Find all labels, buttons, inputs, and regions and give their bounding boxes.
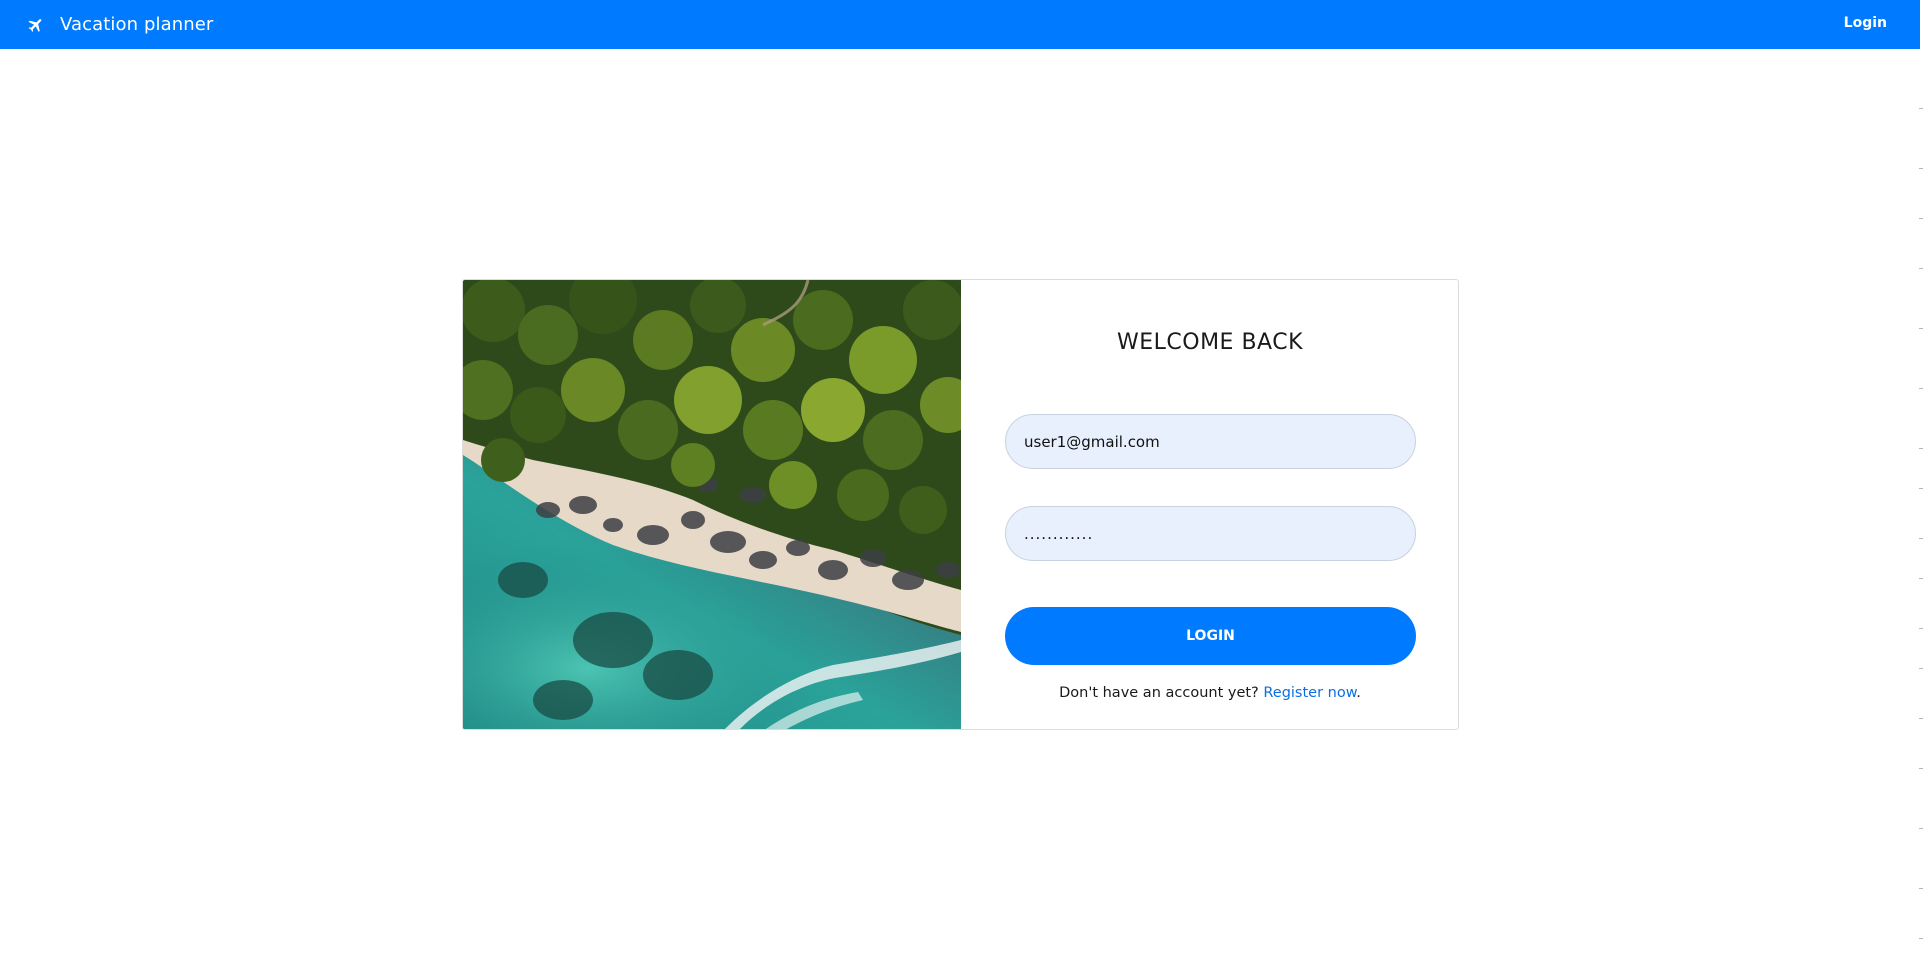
edge-tick xyxy=(1919,538,1923,539)
brand-link[interactable]: Vacation planner xyxy=(26,14,213,35)
register-suffix: . xyxy=(1356,685,1361,701)
edge-tick xyxy=(1919,828,1923,829)
edge-tick xyxy=(1919,328,1923,329)
nav-login-link[interactable]: Login xyxy=(1844,15,1887,31)
welcome-heading: WELCOME BACK xyxy=(1116,330,1303,355)
login-form-panel: WELCOME BACK LOGIN Don't have an account… xyxy=(961,280,1458,729)
edge-tick xyxy=(1919,268,1923,269)
top-navbar: Vacation planner Login xyxy=(0,0,1920,49)
edge-tick xyxy=(1919,168,1923,169)
edge-tick xyxy=(1919,388,1923,389)
brand-name: Vacation planner xyxy=(60,14,214,35)
beach-aerial-image xyxy=(463,280,961,729)
register-prompt-text: Don't have an account yet? xyxy=(1059,685,1259,701)
edge-tick xyxy=(1919,938,1923,939)
edge-tick xyxy=(1919,668,1923,669)
edge-tick xyxy=(1919,888,1923,889)
edge-tick xyxy=(1919,218,1923,219)
register-prompt: Don't have an account yet? Register now. xyxy=(961,685,1458,701)
edge-tick xyxy=(1919,578,1923,579)
edge-tick xyxy=(1919,768,1923,769)
edge-tick xyxy=(1919,448,1923,449)
register-now-link[interactable]: Register now xyxy=(1263,685,1356,701)
password-input[interactable] xyxy=(1005,506,1416,561)
login-button[interactable]: LOGIN xyxy=(1005,607,1416,665)
edge-tick xyxy=(1919,628,1923,629)
edge-tick xyxy=(1919,108,1923,109)
login-card: WELCOME BACK LOGIN Don't have an account… xyxy=(462,279,1459,730)
email-input[interactable] xyxy=(1005,414,1416,469)
edge-tick xyxy=(1919,718,1923,719)
airplane-icon xyxy=(26,15,46,35)
edge-tick xyxy=(1919,488,1923,489)
